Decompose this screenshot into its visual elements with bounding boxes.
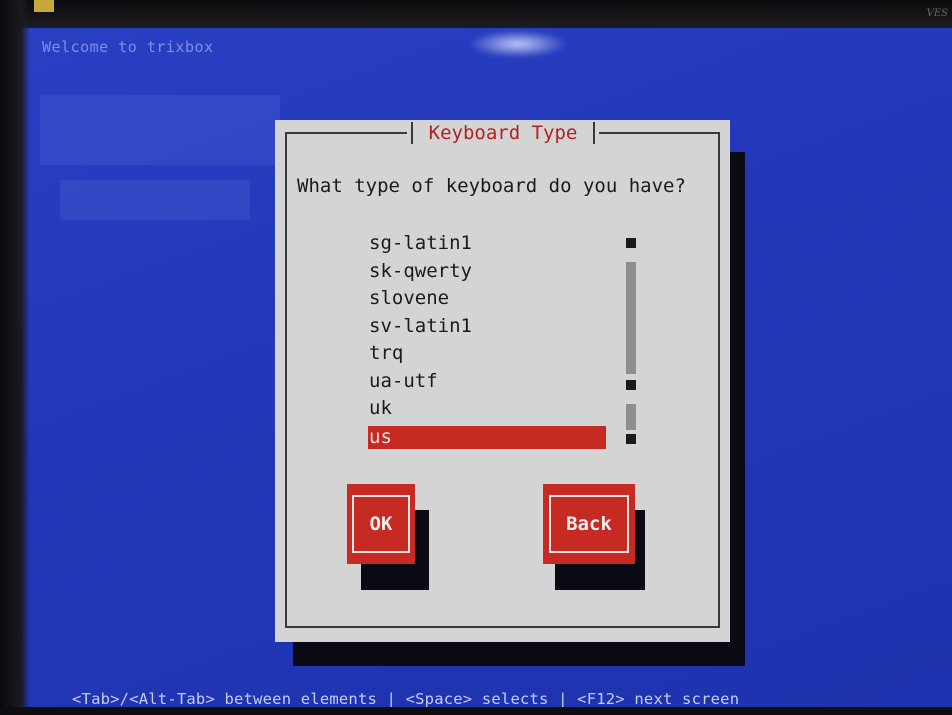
welcome-text: Welcome to trixbox: [42, 38, 214, 56]
list-item-ua-utf[interactable]: ua-utf: [368, 368, 606, 396]
scrollbar-down-arrow[interactable]: [626, 434, 636, 444]
dialog-title: Keyboard Type: [428, 122, 578, 144]
dialog-title-bar: Keyboard Type: [407, 120, 599, 146]
ok-button[interactable]: OK: [347, 484, 415, 564]
scrollbar-track[interactable]: [626, 404, 636, 430]
scrollbar-marker: [626, 380, 636, 390]
monitor-vendor-mark: VES: [926, 8, 948, 19]
list-item-us-selected[interactable]: us: [368, 425, 606, 449]
scrollbar-thumb[interactable]: [626, 262, 636, 374]
back-button-label: Back: [549, 495, 629, 553]
list-scrollbar[interactable]: [626, 232, 636, 458]
monitor-bezel-top: [0, 0, 952, 28]
list-item-trq[interactable]: trq: [368, 340, 606, 368]
screen-glare: [468, 30, 568, 58]
monitor-corner-badge: [34, 0, 54, 12]
list-item-sg-latin1[interactable]: sg-latin1: [368, 230, 606, 258]
screen-reflection: [60, 180, 250, 220]
monitor-bezel-left: [0, 0, 30, 715]
scrollbar-up-arrow[interactable]: [626, 238, 636, 248]
keyboard-help-line: <Tab>/<Alt-Tab> between elements | <Spac…: [72, 690, 740, 708]
list-item-uk[interactable]: uk: [368, 395, 606, 423]
list-item-sv-latin1[interactable]: sv-latin1: [368, 313, 606, 341]
monitor-bezel-bottom: [0, 707, 952, 715]
list-item-sk-qwerty[interactable]: sk-qwerty: [368, 258, 606, 286]
keyboard-listbox[interactable]: sg-latin1 sk-qwerty slovene sv-latin1 tr…: [368, 230, 606, 460]
screen-reflection: [40, 95, 280, 165]
ok-button-label: OK: [352, 495, 410, 553]
keyboard-type-dialog: Keyboard Type What type of keyboard do y…: [275, 120, 730, 642]
dialog-prompt: What type of keyboard do you have?: [297, 175, 686, 197]
list-item-slovene[interactable]: slovene: [368, 285, 606, 313]
back-button[interactable]: Back: [543, 484, 635, 564]
installer-screen: Welcome to trixbox Keyboard Type What ty…: [0, 0, 952, 715]
